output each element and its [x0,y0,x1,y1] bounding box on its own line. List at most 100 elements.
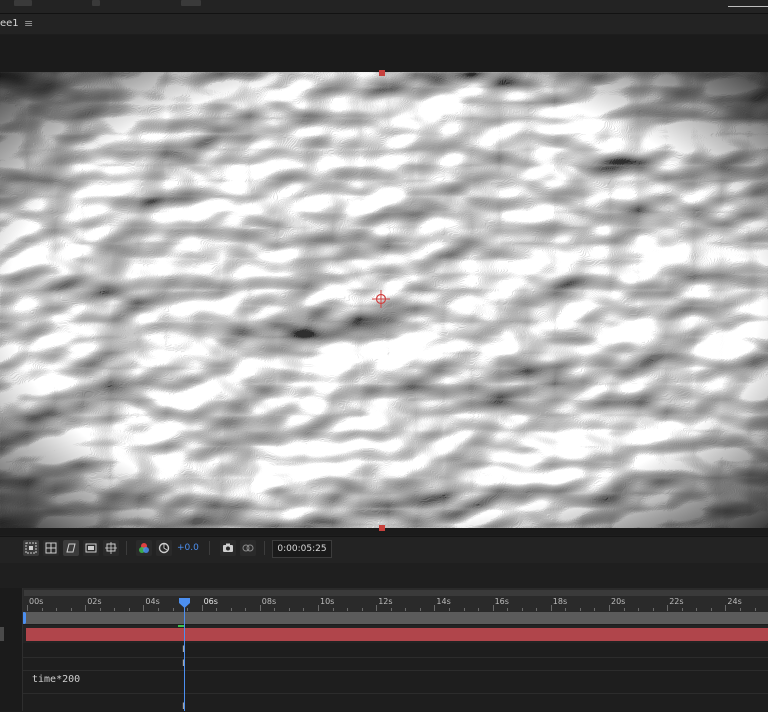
toolbar-divider [209,541,210,555]
ruler-label-24s: 24s [727,597,742,606]
ruler-label-06s: 06s [203,597,218,606]
track-divider [0,670,768,671]
mask-path-icon[interactable] [63,540,79,556]
ruler-tick [70,608,72,611]
ruler-tick [361,608,363,611]
ruler-tick [114,608,116,611]
toolbar-tool-button[interactable] [14,0,32,6]
ruler-tick [565,608,567,611]
panel-menu-icon[interactable]: ≡ [24,17,33,30]
ruler-tick [172,608,174,611]
ruler-label-16s: 16s [494,597,509,606]
playhead-handle-icon[interactable] [179,598,190,608]
ruler-tick [521,608,523,611]
ruler-tick [128,608,130,611]
show-snapshot-icon[interactable] [240,540,256,556]
timeline-panel-gap [0,563,768,588]
current-time-display[interactable]: 0:00:05:25 [272,540,332,558]
ruler-tick [85,605,87,611]
ruler-tick [230,608,232,611]
ruler-tick [332,608,334,611]
ruler-label-08s: 08s [261,597,277,606]
composition-tab-label[interactable]: ee1 [0,18,19,29]
snapshot-icon[interactable] [220,540,236,556]
ruler-tick [696,608,698,611]
layer-switch-gutter [0,588,23,711]
ruler-tick [754,608,756,611]
time-navigator-bar[interactable] [24,590,768,596]
ruler-tick [448,608,450,611]
ruler-label-10s: 10s [320,597,335,606]
ruler-tick [27,605,28,611]
expression-field[interactable]: time*200 [32,674,80,685]
ruler-tick [550,605,552,611]
workspace-underline [728,6,768,7]
ruler-tick [216,608,218,611]
ruler-tick [318,605,319,611]
ruler-tick [201,605,203,611]
ruler-tick [143,605,145,611]
toolbar-tool-button[interactable] [92,0,100,6]
transparency-grid-icon[interactable] [43,540,59,556]
ruler-tick [41,608,43,611]
property-track-area [0,643,768,711]
ruler-tick [56,608,58,611]
layer-bounding-handle-top[interactable] [379,70,385,76]
ruler-tick [681,608,683,611]
ruler-tick [638,608,640,611]
ruler-tick [478,608,480,611]
ruler-label-04s: 04s [145,597,160,606]
track-divider [0,657,768,658]
ruler-label-18s: 18s [552,597,568,606]
ruler-label-14s: 14s [436,597,451,606]
work-area-bar[interactable] [24,612,768,624]
ruler-tick [667,605,669,611]
ruler-label-12s: 12s [378,597,393,606]
ruler-tick [579,608,581,611]
ruler-label-00s: 00s [29,597,44,606]
composition-panel-header [0,14,768,34]
track-divider [0,693,768,694]
ruler-label-20s: 20s [611,597,626,606]
playhead-line[interactable] [184,600,185,711]
app-toolbar-strip [0,0,768,14]
toolbar-divider [264,541,265,555]
ruler-label-22s: 22s [669,597,684,606]
ruler-tick [405,608,407,611]
ruler-tick [652,608,654,611]
color-channels-icon[interactable] [136,540,152,556]
ruler-tick [725,605,727,611]
reset-exposure-icon[interactable] [156,540,172,556]
safe-margins-icon[interactable] [83,540,99,556]
ruler-tick [434,605,436,611]
ruler-tick [303,608,305,611]
layer-label-swatch[interactable] [0,627,4,641]
ruler-tick [463,608,465,611]
ruler-tick [710,608,712,611]
ruler-tick [288,608,290,611]
ruler-tick [507,608,509,611]
ruler-tick [623,608,625,611]
toolbar-divider [126,541,127,555]
ruler-tick [245,608,247,611]
ruler-tick [739,608,741,611]
layer-duration-bar[interactable] [26,628,768,641]
snapshot-grid-icon[interactable] [103,540,119,556]
ruler-tick [259,605,261,611]
toolbar-tool-button[interactable] [181,0,201,6]
ruler-tick [376,605,378,611]
ruler-tick [419,608,421,611]
ruler-tick [536,608,538,611]
exposure-value[interactable]: +0.0 [177,543,199,553]
layer-bounding-handle-bottom[interactable] [379,525,385,531]
ruler-tick [187,608,189,611]
ruler-tick [274,608,276,611]
ruler-label-02s: 02s [87,597,102,606]
ruler-tick [99,608,101,611]
anchor-point-icon[interactable] [372,290,390,308]
ruler-tick [594,608,596,611]
ruler-tick [390,608,392,611]
region-of-interest-icon[interactable] [23,540,39,556]
ruler-tick [609,605,610,611]
ruler-tick [347,608,349,611]
